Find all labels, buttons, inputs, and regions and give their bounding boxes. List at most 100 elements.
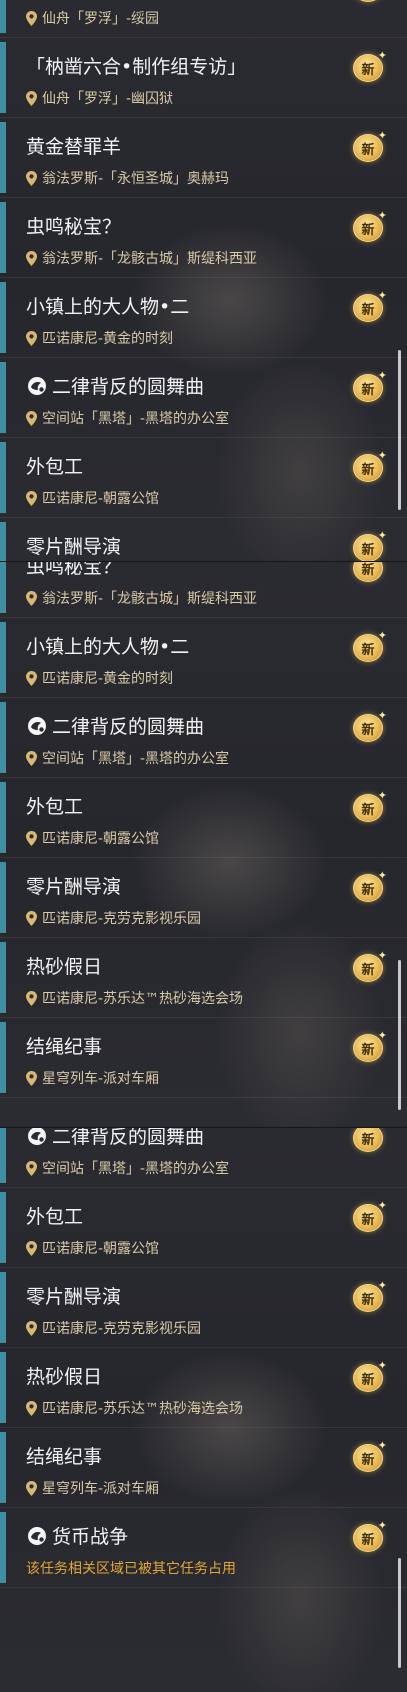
quest-title: 热砂假日 xyxy=(26,952,337,979)
sparkle-icon: ✦ xyxy=(377,369,387,382)
quest-item[interactable]: 货币战争 该任务相关区域已被其它任务占用 新 ✦ xyxy=(0,1508,407,1588)
quest-item-accent-bar xyxy=(0,782,6,853)
companion-quest-icon xyxy=(26,375,48,397)
quest-location-text: 仙舟「罗浮」-绥园 xyxy=(42,11,160,27)
sparkle-icon: ✦ xyxy=(378,1128,387,1131)
quest-item[interactable]: 零片酬导演 匹诺康尼-克劳克影视乐园 新 ✦ xyxy=(0,1268,407,1348)
new-badge-icon: 新✦ xyxy=(351,50,387,82)
quest-location: 匹诺康尼-朝露公馆 xyxy=(26,488,337,508)
quest-item-accent-bar xyxy=(0,942,6,1013)
new-badge-icon: 新✦ xyxy=(351,1280,387,1312)
quest-title: 外包工 xyxy=(26,452,337,479)
quest-item[interactable]: 二律背反的圆舞曲空间站「黑塔」-黑塔的办公室 新✦ xyxy=(0,358,407,438)
quest-title: 二律背反的圆舞曲 xyxy=(26,1128,337,1149)
quest-item-accent-bar xyxy=(0,522,6,562)
quest-item-accent-bar xyxy=(0,622,6,693)
quest-location: 翁法罗斯-「龙骸古城」斯缇科西亚 xyxy=(26,588,337,608)
quest-item-accent-bar xyxy=(0,362,6,433)
quest-location-text: 匹诺康尼-克劳克影视乐园 xyxy=(42,911,202,927)
quest-item-accent-bar xyxy=(0,1352,6,1423)
quest-item[interactable]: 虫鸣秘宝？ 翁法罗斯-「龙骸古城」斯缇科西亚 新✦ xyxy=(0,198,407,278)
sparkle-icon: ✦ xyxy=(377,529,387,542)
scrollbar[interactable] xyxy=(398,350,401,510)
quest-item-accent-bar xyxy=(0,1512,6,1583)
sparkle-icon: ✦ xyxy=(377,629,387,642)
quest-title-text: 热砂假日 xyxy=(26,956,103,978)
quest-item[interactable]: 仙舟「罗浮」-绥园 新✦ xyxy=(0,0,407,38)
map-pin-icon xyxy=(26,1160,37,1176)
quest-location-text: 匹诺康尼-黄金的时刻 xyxy=(42,331,174,347)
new-badge-icon: 新✦ xyxy=(351,130,387,162)
map-pin-icon xyxy=(26,250,37,266)
quest-item[interactable]: 虫鸣秘宝？ 翁法罗斯-「龙骸古城」斯缇科西亚 新✦ xyxy=(0,562,407,618)
quest-title: 「枘凿六合•制作组专访」 xyxy=(26,52,337,79)
quest-item[interactable]: 零片酬导演 新 ✦ xyxy=(0,518,407,562)
quest-item[interactable]: 「枘凿六合•制作组专访」仙舟「罗浮」-幽囚狱 新 ✦ xyxy=(0,38,407,118)
quest-item-accent-bar xyxy=(0,702,6,773)
quest-item[interactable]: 二律背反的圆舞曲空间站「黑塔」-黑塔的办公室 新✦ xyxy=(0,1128,407,1188)
quest-location: 翁法罗斯-「永恒圣城」奥赫玛 xyxy=(26,168,337,188)
quest-location-text: 仙舟「罗浮」-幽囚狱 xyxy=(42,91,174,107)
map-pin-icon xyxy=(26,990,37,1006)
quest-item[interactable]: 结绳纪事 星穹列车-派对车厢 新 ✦ xyxy=(0,1018,407,1098)
quest-list-panel: 仙舟「罗浮」-绥园新✦「枘凿六合•制作组专访」仙舟「罗浮」-幽囚狱新✦黄金替罪羊… xyxy=(0,0,407,562)
map-pin-icon xyxy=(26,590,37,606)
quest-item[interactable]: 外包工 匹诺康尼-朝露公馆 新 ✦ xyxy=(0,778,407,858)
map-pin-icon xyxy=(26,170,37,186)
quest-list-panel: 二律背反的圆舞曲空间站「黑塔」-黑塔的办公室新✦外包工匹诺康尼-朝露公馆新✦零片… xyxy=(0,1128,407,1692)
quest-location: 星穹列车-派对车厢 xyxy=(26,1478,337,1498)
companion-quest-icon xyxy=(26,1128,48,1147)
quest-item[interactable]: 结绳纪事 星穹列车-派对车厢 新 ✦ xyxy=(0,1428,407,1508)
map-pin-icon xyxy=(26,330,37,346)
sparkle-icon: ✦ xyxy=(377,789,387,802)
quest-location: 匹诺康尼-黄金的时刻 xyxy=(26,668,337,688)
sparkle-icon: ✦ xyxy=(377,1029,387,1042)
quest-item[interactable]: 热砂假日 匹诺康尼-苏乐达™热砂海选会场 新 ✦ xyxy=(0,1348,407,1428)
quest-item[interactable]: 外包工 匹诺康尼-朝露公馆 新 ✦ xyxy=(0,438,407,518)
quest-location-text: 翁法罗斯-「龙骸古城」斯缇科西亚 xyxy=(42,251,258,267)
quest-title: 虫鸣秘宝？ xyxy=(26,562,337,579)
sparkle-icon: ✦ xyxy=(377,1439,387,1452)
new-badge-icon: 新✦ xyxy=(351,1520,387,1552)
quest-location: 匹诺康尼-克劳克影视乐园 xyxy=(26,908,337,928)
quest-title: 零片酬导演 xyxy=(26,532,337,559)
new-badge-icon: 新✦ xyxy=(351,1200,387,1232)
quest-list: 虫鸣秘宝？翁法罗斯-「龙骸古城」斯缇科西亚新✦小镇上的大人物•二匹诺康尼-黄金的… xyxy=(0,562,407,1098)
sparkle-icon: ✦ xyxy=(377,1199,387,1212)
sparkle-icon: ✦ xyxy=(377,1359,387,1372)
quest-item-accent-bar xyxy=(0,42,6,113)
companion-quest-icon xyxy=(26,1525,48,1547)
quest-item[interactable]: 外包工 匹诺康尼-朝露公馆 新 ✦ xyxy=(0,1188,407,1268)
quest-location: 匹诺康尼-朝露公馆 xyxy=(26,1238,337,1258)
quest-title-text: 二律背反的圆舞曲 xyxy=(52,1128,205,1148)
quest-title: 热砂假日 xyxy=(26,1362,337,1389)
scrollbar[interactable] xyxy=(398,960,401,1110)
new-badge-label: 新 xyxy=(353,0,383,2)
quest-title: 小镇上的大人物•二 xyxy=(26,632,337,659)
quest-item[interactable]: 二律背反的圆舞曲空间站「黑塔」-黑塔的办公室 新✦ xyxy=(0,698,407,778)
quest-location: 仙舟「罗浮」-绥园 xyxy=(26,8,337,28)
quest-item-accent-bar xyxy=(0,202,6,273)
companion-quest-icon xyxy=(26,715,48,737)
quest-item-accent-bar xyxy=(0,1272,6,1343)
map-pin-icon xyxy=(26,1480,37,1496)
quest-item[interactable]: 黄金替罪羊 翁法罗斯-「永恒圣城」奥赫玛 新 ✦ xyxy=(0,118,407,198)
scrollbar[interactable] xyxy=(398,1558,401,1668)
quest-item[interactable]: 零片酬导演 匹诺康尼-克劳克影视乐园 新 ✦ xyxy=(0,858,407,938)
sparkle-icon: ✦ xyxy=(377,949,387,962)
sparkle-icon: ✦ xyxy=(377,449,387,462)
quest-item[interactable]: 小镇上的大人物•二 匹诺康尼-黄金的时刻 新 ✦ xyxy=(0,278,407,358)
quest-item-accent-bar xyxy=(0,1432,6,1503)
quest-location-text: 空间站「黑塔」-黑塔的办公室 xyxy=(42,411,230,427)
quest-title-text: 虫鸣秘宝？ xyxy=(26,562,122,578)
quest-title-text: 零片酬导演 xyxy=(26,876,122,898)
quest-location-text: 匹诺康尼-苏乐达™热砂海选会场 xyxy=(42,991,244,1007)
new-badge-icon: 新✦ xyxy=(351,1440,387,1472)
map-pin-icon xyxy=(26,1400,37,1416)
sparkle-icon: ✦ xyxy=(377,869,387,882)
map-pin-icon xyxy=(26,1240,37,1256)
quest-item[interactable]: 小镇上的大人物•二匹诺康尼-黄金的时刻 新 ✦ xyxy=(0,618,407,698)
quest-item[interactable]: 热砂假日 匹诺康尼-苏乐达™热砂海选会场 新 ✦ xyxy=(0,938,407,1018)
map-pin-icon xyxy=(26,670,37,686)
new-badge-icon: 新✦ xyxy=(351,630,387,662)
